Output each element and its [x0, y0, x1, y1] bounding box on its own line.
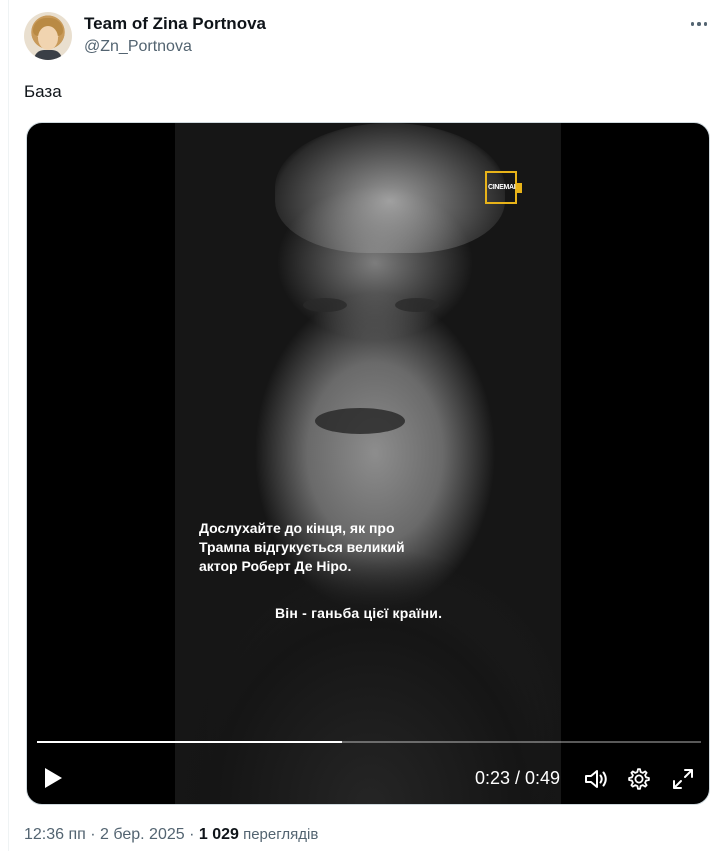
watermark-logo: CINEMAIS: [485, 171, 522, 204]
subtitle-intro: Дослухайте до кінця, як про Трампа відгу…: [199, 520, 405, 574]
volume-icon[interactable]: [583, 767, 609, 791]
video-frame: [175, 123, 561, 804]
more-horizontal-icon[interactable]: [684, 12, 714, 36]
time-display: 0:23 / 0:49: [475, 768, 561, 788]
tweet-text: База: [24, 82, 62, 101]
views-label: переглядів: [238, 826, 319, 843]
views-count: 1 029: [198, 826, 239, 843]
fullscreen-icon[interactable]: [671, 767, 695, 791]
author-handle[interactable]: @Zn_Portnova: [84, 38, 192, 56]
author-name[interactable]: Team of Zina Portnova: [84, 14, 266, 34]
timestamp[interactable]: 12:36 пп · 2 бер. 2025 ·: [24, 826, 199, 843]
gear-icon[interactable]: [627, 767, 651, 791]
subtitle-line: Він - ганьба цієї країни.: [275, 605, 443, 621]
tweet-header: Team of Zina Portnova @Zn_Portnova: [24, 12, 714, 60]
video-controls: 0:23 / 0:49: [27, 759, 709, 799]
avatar[interactable]: [24, 12, 72, 60]
tweet-meta: 12:36 пп · 2 бер. 2025 · 1 029 перегляді…: [24, 826, 318, 844]
progress-bar[interactable]: [37, 741, 701, 743]
progress-fill: [37, 741, 343, 743]
video-player[interactable]: CINEMAIS Дослухайте до кінця, як про Тра…: [26, 122, 710, 805]
play-icon[interactable]: [45, 768, 62, 788]
